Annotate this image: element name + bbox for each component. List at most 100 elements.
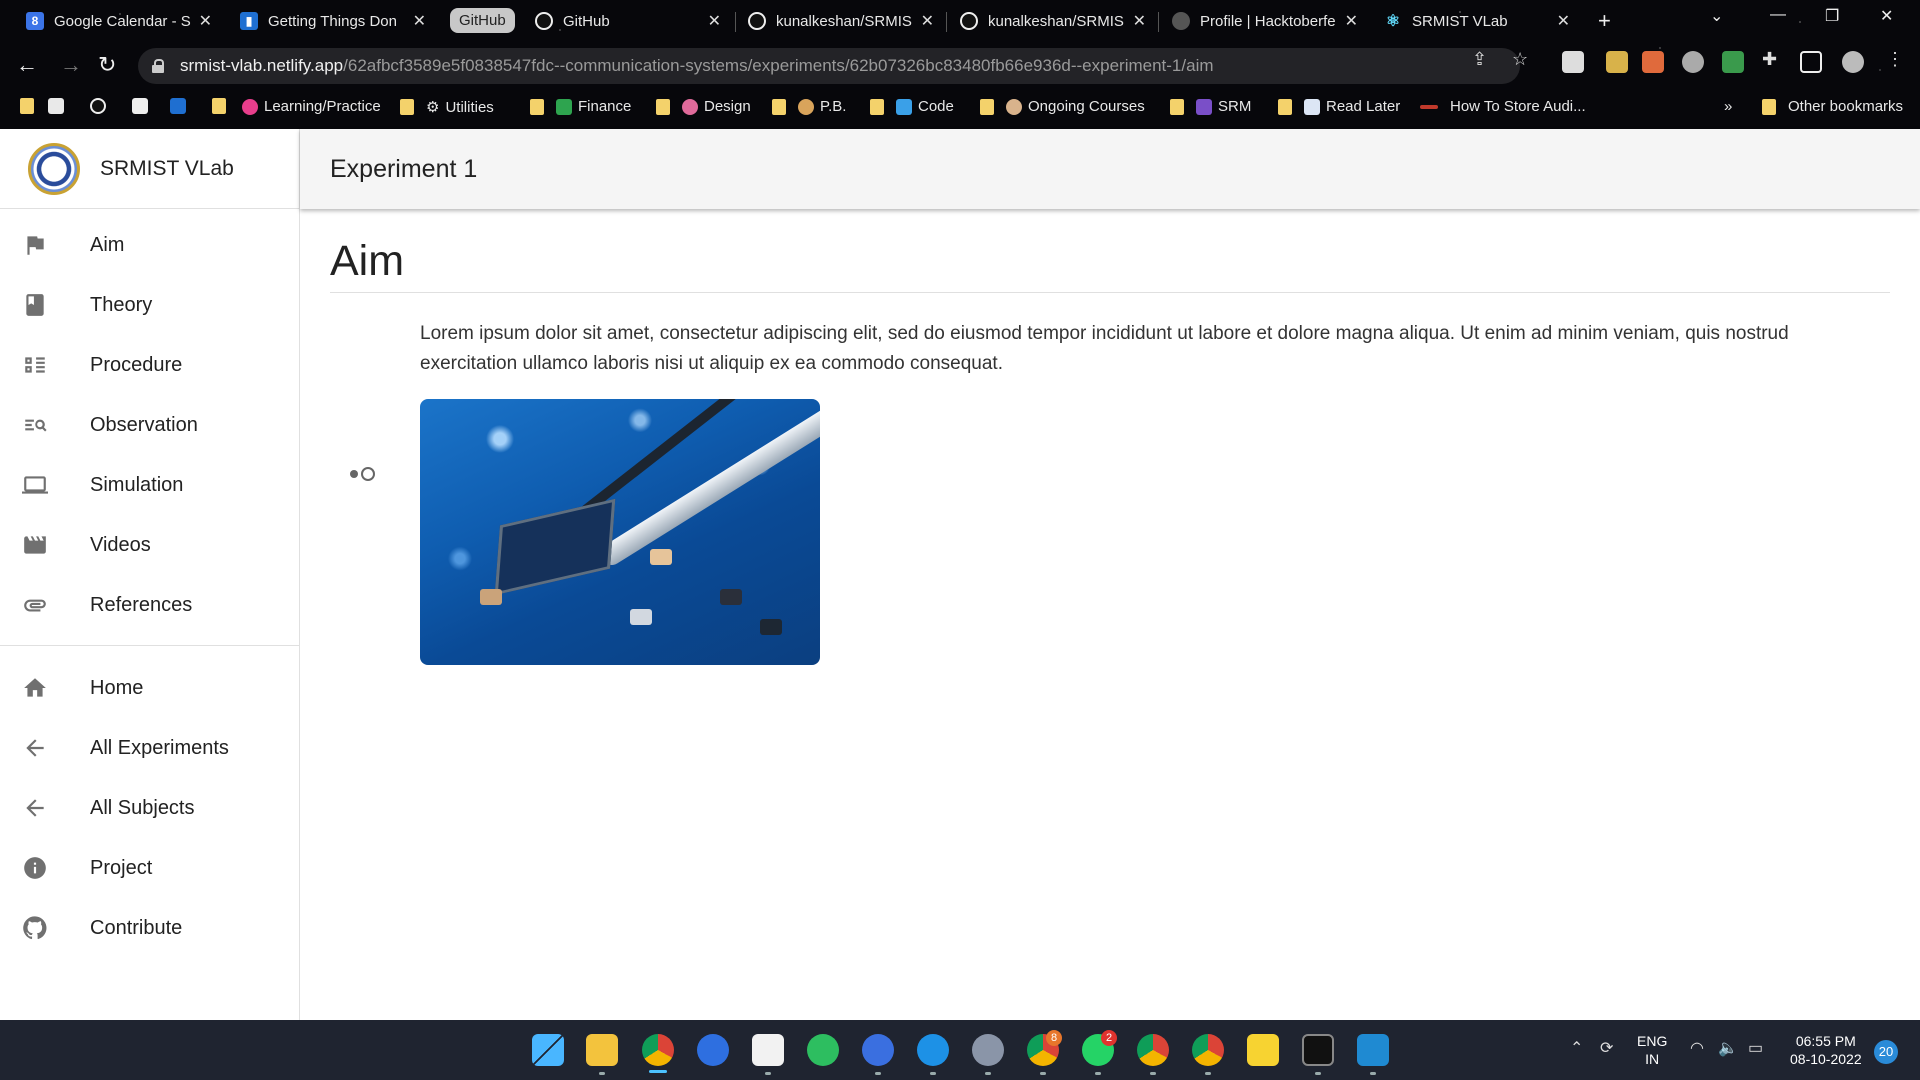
- extension-pen-icon[interactable]: [1606, 51, 1628, 73]
- sidebar-item-project[interactable]: Project: [0, 838, 299, 898]
- step-dot[interactable]: [361, 467, 375, 481]
- folder-icon: [1170, 98, 1184, 115]
- close-tab-icon[interactable]: ✕: [1557, 11, 1570, 31]
- wifi-icon[interactable]: ◠: [1690, 1038, 1704, 1058]
- sidebar-item-videos[interactable]: Videos: [0, 515, 299, 575]
- bookmark-code[interactable]: Code: [870, 98, 954, 115]
- sidebar-item-all-subjects[interactable]: All Subjects: [0, 778, 299, 838]
- tab-hacktoberfest[interactable]: Profile | Hacktoberfe ✕: [1172, 6, 1362, 36]
- extension-eye-icon[interactable]: [1682, 51, 1704, 73]
- extension-on-icon[interactable]: [1722, 51, 1744, 73]
- bookmark-notion[interactable]: [132, 98, 154, 114]
- sidebar-item-simulation[interactable]: Simulation: [0, 455, 299, 515]
- sidebar-item-observation[interactable]: Observation: [0, 395, 299, 455]
- tray-chevron-icon[interactable]: ⌃: [1570, 1038, 1583, 1058]
- extensions-puzzle-icon[interactable]: ✚: [1762, 49, 1777, 70]
- sync-icon[interactable]: ⟳: [1600, 1038, 1613, 1058]
- docker-icon[interactable]: [917, 1034, 949, 1066]
- sidebar-item-references[interactable]: References: [0, 575, 299, 635]
- bookmark-label: How To Store Audi...: [1450, 98, 1586, 115]
- trello-icon: ▮: [240, 12, 258, 30]
- terminal-icon[interactable]: [1302, 1034, 1334, 1066]
- close-tab-icon[interactable]: ✕: [413, 11, 426, 31]
- bookmark-utilities[interactable]: ⚙ Utilities: [400, 98, 494, 116]
- evernote-icon[interactable]: [807, 1034, 839, 1066]
- volume-icon[interactable]: 🔈: [1718, 1038, 1738, 1058]
- tab-google-calendar[interactable]: 8 Google Calendar - S ✕: [26, 6, 216, 36]
- profile-avatar[interactable]: [1842, 51, 1864, 73]
- notion-icon[interactable]: [752, 1034, 784, 1066]
- vscode-icon[interactable]: [1357, 1034, 1389, 1066]
- carousel-stepper[interactable]: [350, 467, 375, 481]
- bookmark-learning[interactable]: Learning/Practice: [242, 98, 381, 115]
- step-dot-active[interactable]: [350, 470, 358, 478]
- bookmark-star-icon[interactable]: ☆: [1512, 49, 1528, 70]
- system-clock[interactable]: 06:55 PM 08-10-2022: [1790, 1032, 1862, 1068]
- sidebar-item-label: Project: [90, 856, 153, 879]
- windows-start-icon[interactable]: [532, 1034, 564, 1066]
- notifications-badge[interactable]: 20: [1874, 1040, 1898, 1064]
- todo-icon[interactable]: [862, 1034, 894, 1066]
- bookmark-folder[interactable]: [212, 98, 238, 114]
- reload-button[interactable]: ↻: [98, 52, 116, 78]
- tab-github[interactable]: GitHub ✕: [535, 6, 725, 36]
- sidebar-item-home[interactable]: Home: [0, 658, 299, 718]
- tab-srmist-vlab[interactable]: ⚛ SRMIST VLab ✕: [1384, 6, 1574, 36]
- back-button[interactable]: ←: [16, 52, 38, 78]
- close-tab-icon[interactable]: ✕: [199, 11, 212, 31]
- new-tab-button[interactable]: +: [1598, 8, 1611, 34]
- extension-speaker-icon[interactable]: [1642, 51, 1664, 73]
- bookmark-how-to-store[interactable]: How To Store Audi...: [1420, 98, 1586, 115]
- bookmark-gmail[interactable]: [48, 98, 70, 114]
- menu-dots-icon[interactable]: ⋮: [1886, 49, 1904, 70]
- close-tab-icon[interactable]: ✕: [1133, 11, 1146, 31]
- battery-icon[interactable]: ▭: [1748, 1038, 1763, 1058]
- address-bar[interactable]: srmist-vlab.netlify.app /62afbcf3589e5f0…: [138, 48, 1520, 84]
- restore-button[interactable]: ❐: [1825, 6, 1839, 26]
- bookmark-github[interactable]: [90, 98, 112, 114]
- other-bookmarks[interactable]: Other bookmarks: [1762, 98, 1903, 115]
- forward-button[interactable]: →: [60, 52, 82, 78]
- bookmark-read-later[interactable]: Read Later: [1278, 98, 1400, 115]
- bookmark-folder[interactable]: [20, 98, 46, 114]
- chrome-icon[interactable]: [1137, 1034, 1169, 1066]
- close-window-button[interactable]: ✕: [1880, 6, 1893, 26]
- component-shape: [630, 609, 652, 625]
- notion-extension-icon[interactable]: [1562, 51, 1584, 73]
- sidebar-item-all-experiments[interactable]: All Experiments: [0, 718, 299, 778]
- chrome-icon[interactable]: [642, 1034, 674, 1066]
- sticky-notes-icon[interactable]: [1247, 1034, 1279, 1066]
- more-bookmarks-button[interactable]: »: [1724, 98, 1732, 115]
- component-shape: [650, 549, 672, 565]
- settings-icon[interactable]: [972, 1034, 1004, 1066]
- tab-kunalkeshan-1[interactable]: kunalkeshan/SRMIS ✕: [748, 6, 938, 36]
- chrome-icon[interactable]: [1192, 1034, 1224, 1066]
- tab-group-chip[interactable]: GitHub: [450, 8, 515, 33]
- close-tab-icon[interactable]: ✕: [921, 11, 934, 31]
- language-indicator[interactable]: ENG IN: [1637, 1032, 1667, 1068]
- sidebar-item-label: Procedure: [90, 353, 183, 376]
- close-tab-icon[interactable]: ✕: [708, 11, 721, 31]
- running-indicator: [985, 1072, 991, 1075]
- brand[interactable]: SRMIST VLab: [0, 129, 299, 209]
- tab-kunalkeshan-2[interactable]: kunalkeshan/SRMIS ✕: [960, 6, 1150, 36]
- sidebar-item-contribute[interactable]: Contribute: [0, 898, 299, 958]
- share-icon[interactable]: ⇪: [1472, 49, 1487, 70]
- bookmark-finance[interactable]: Finance: [530, 98, 631, 115]
- bookmark-pb[interactable]: P.B.: [772, 98, 846, 115]
- bookmark-ongoing-courses[interactable]: Ongoing Courses: [980, 98, 1145, 115]
- sidebar-item-procedure[interactable]: Procedure: [0, 335, 299, 395]
- file-explorer-icon[interactable]: [586, 1034, 618, 1066]
- bookmark-srm[interactable]: SRM: [1170, 98, 1251, 115]
- sidebar-item-theory[interactable]: Theory: [0, 275, 299, 335]
- firefox-icon[interactable]: [697, 1034, 729, 1066]
- sidebar-item-aim[interactable]: Aim: [0, 215, 299, 275]
- bookmark-design[interactable]: Design: [656, 98, 751, 115]
- tab-getting-things-done[interactable]: ▮ Getting Things Don ✕: [240, 6, 430, 36]
- minimize-button[interactable]: —: [1770, 6, 1786, 24]
- close-tab-icon[interactable]: ✕: [1345, 11, 1358, 31]
- bookmark-trello[interactable]: [170, 98, 192, 114]
- side-panel-icon[interactable]: [1800, 51, 1822, 73]
- tab-search-icon[interactable]: ⌄: [1710, 6, 1723, 26]
- bookmark-label: Finance: [578, 98, 632, 115]
